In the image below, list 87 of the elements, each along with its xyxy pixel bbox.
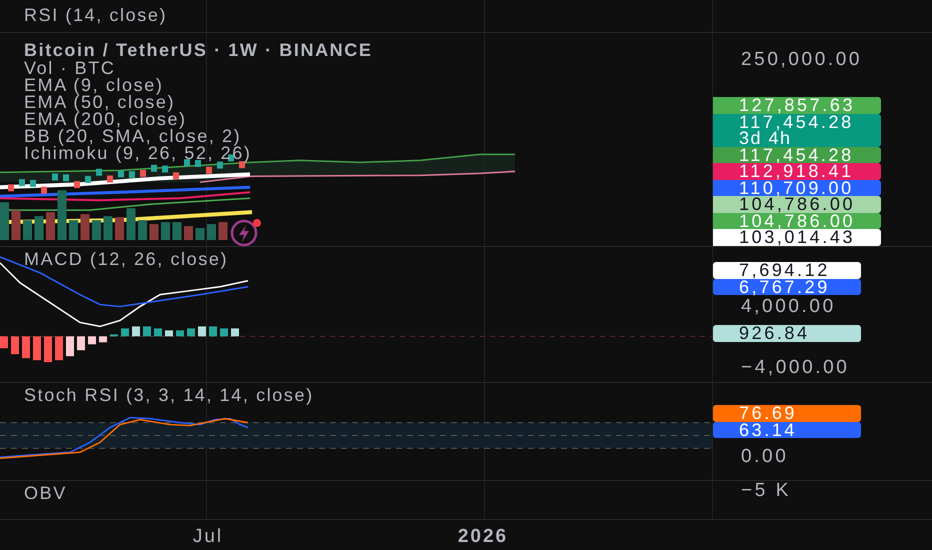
volume-bar (126, 208, 136, 240)
histogram-bar (55, 336, 63, 360)
histogram-bar (132, 326, 140, 336)
volume-bar (80, 214, 90, 240)
histogram-bar (88, 336, 96, 344)
candle (107, 176, 113, 182)
indicator-label[interactable]: Stoch RSI (3, 3, 14, 14, close) (24, 387, 712, 404)
indicator-label[interactable]: BB (20, SMA, close, 2) (24, 128, 712, 145)
histogram-bar (220, 328, 228, 336)
histogram-bar (22, 336, 30, 358)
indicator-label[interactable]: RSI (14, close) (24, 7, 712, 24)
volume-bar (172, 222, 182, 240)
histogram-bar (198, 326, 206, 336)
candle (74, 181, 80, 188)
volume-bar (207, 224, 216, 240)
candle (96, 168, 102, 176)
volume-bar (34, 216, 44, 240)
volume-bar (196, 228, 204, 240)
candle (228, 154, 234, 162)
indicator-label[interactable]: EMA (50, close) (24, 94, 712, 111)
histogram-bar (11, 336, 19, 354)
histogram-bar (231, 328, 239, 336)
candle (195, 160, 201, 167)
volume-bar (12, 210, 20, 240)
price-tag: 926.84 (713, 325, 861, 342)
indicator-label[interactable]: MACD (12, 26, close) (24, 251, 712, 268)
indicator-label[interactable]: Vol · BTC (24, 60, 712, 77)
histogram-bar (121, 328, 129, 336)
volume-bar (184, 226, 193, 240)
price-tag: 6,767.29 (713, 278, 861, 295)
volume-bar (161, 222, 170, 240)
price-axis-label: −4,000.00 (740, 358, 850, 378)
candle (151, 164, 157, 172)
histogram-bar (209, 326, 217, 336)
indicator-label[interactable]: EMA (200, close) (24, 111, 712, 128)
price-tag: 117,454.28 (713, 146, 881, 163)
histogram-bar (66, 336, 74, 356)
histogram-bar (176, 330, 184, 336)
price-tag: 103,014.43 (713, 229, 881, 246)
candle (52, 174, 58, 180)
histogram-bar (154, 328, 162, 336)
candle (8, 184, 14, 192)
histogram-bar (165, 330, 173, 336)
candle (129, 171, 135, 178)
histogram-bar (44, 336, 52, 362)
volume-bar (104, 216, 112, 240)
volume-bar (0, 202, 9, 240)
price-tag: 104,786.00 (713, 212, 881, 229)
volume-bar (218, 222, 228, 240)
price-tag: 110,709.00 (713, 180, 881, 196)
indicator-label[interactable]: EMA (9, close) (24, 77, 712, 94)
volume-bar (92, 220, 101, 240)
volume-bar (58, 190, 66, 240)
histogram-bar (99, 336, 107, 342)
price-axis-label: −5 K (740, 481, 792, 501)
indicator-label[interactable]: OBV (24, 485, 712, 502)
price-axis-label: 4,000.00 (740, 297, 836, 317)
volume-bar (46, 212, 55, 240)
histogram-bar (33, 336, 41, 360)
candle (41, 186, 47, 194)
time-axis-label: 2026 (458, 526, 508, 548)
price-tag: 127,857.63 (713, 97, 881, 114)
candle (217, 162, 223, 169)
histogram-bar (187, 328, 195, 336)
price-tag: 117,454.28 3d 4h (713, 114, 881, 146)
candle (162, 166, 168, 173)
volume-bar (115, 217, 124, 240)
price-tag: 112,918.41 (713, 163, 881, 180)
price-tag: 104,786.00 (713, 196, 881, 212)
histogram-bar (143, 326, 151, 336)
time-axis-label: Jul (192, 526, 224, 548)
volume-bar (23, 220, 32, 240)
histogram-bar (0, 336, 8, 348)
price-axis-label: 250,000.00 (740, 50, 862, 70)
symbol-title[interactable]: Bitcoin / TetherUS · 1W · BINANCE (24, 42, 712, 59)
indicator-label[interactable]: Ichimoku (9, 26, 52, 26) (24, 145, 712, 162)
price-axis-label: 0.00 (740, 447, 788, 467)
volume-bar (138, 220, 147, 240)
histogram-bar (77, 336, 85, 350)
candle (19, 179, 25, 186)
volume-bar (69, 220, 78, 240)
price-tag: 76.69 (713, 405, 861, 422)
price-tag: 7,694.12 (713, 262, 861, 278)
volume-bar (150, 224, 158, 240)
candle (239, 161, 245, 168)
price-tag: 63.14 (713, 422, 861, 438)
histogram-bar (110, 334, 118, 336)
